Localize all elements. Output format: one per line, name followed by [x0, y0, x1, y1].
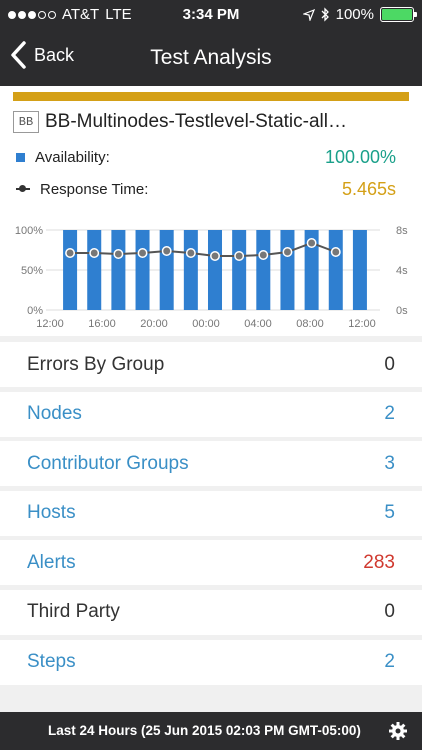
x-tick-label: 12:00	[348, 318, 376, 330]
availability-bar	[207, 230, 223, 310]
status-right: 100%	[302, 6, 417, 23]
response-time-point	[65, 248, 76, 258]
list-item: Third Party 0	[0, 589, 422, 635]
details-list: Errors By Group 0 Nodes 2 Contributor Groups…	[0, 342, 422, 689]
list-item[interactable]: Nodes 2	[0, 391, 422, 437]
response-time-point	[137, 248, 148, 258]
list-item-label: Hosts	[27, 502, 76, 524]
location-icon	[302, 8, 315, 21]
list-item-label: Third Party	[27, 601, 120, 623]
y-left-tick-label: 50%	[21, 265, 43, 277]
list-item-count: 0	[384, 601, 395, 623]
response-time-point	[330, 247, 341, 257]
availability-legend-icon	[16, 152, 25, 162]
response-legend-icon	[16, 185, 30, 192]
nav-bar: Back Test Analysis	[0, 30, 422, 86]
list-item[interactable]: Contributor Groups 3	[0, 441, 422, 487]
list-item-count: 3	[384, 452, 395, 474]
availability-bar	[328, 230, 343, 310]
test-summary-card: BB BB-Multinodes-Testlevel-Static-all… A…	[0, 86, 422, 336]
response-time-point	[113, 249, 124, 259]
battery-percent: 100%	[335, 6, 374, 23]
list-item-label: Steps	[27, 651, 76, 673]
y-right-tick-label: 4s	[396, 265, 408, 277]
response-time-metric: Response Time: 5.465s	[16, 178, 396, 200]
x-tick-label: 12:00	[36, 318, 64, 330]
list-item-label: Contributor Groups	[27, 452, 189, 474]
availability-bar	[256, 230, 271, 310]
list-item-count: 0	[384, 353, 395, 375]
availability-bar	[280, 230, 295, 310]
bluetooth-icon	[321, 7, 329, 22]
y-right-tick-label: 0s	[396, 305, 408, 317]
availability-bar	[159, 230, 174, 310]
response-time-line	[70, 241, 337, 257]
response-time-point	[210, 251, 220, 261]
list-item-count: 283	[363, 551, 395, 573]
gear-icon[interactable]	[388, 721, 408, 741]
list-item-count: 2	[384, 403, 395, 425]
availability-value: 100.00%	[324, 146, 396, 167]
list-item[interactable]: Alerts 283	[0, 540, 422, 586]
page-title: Test Analysis	[150, 46, 272, 69]
response-time-point	[185, 248, 196, 258]
list-item-label: Nodes	[27, 403, 82, 425]
availability-bar	[183, 230, 198, 310]
x-tick-label: 00:00	[192, 318, 220, 330]
footer-bar: Last 24 Hours (25 Jun 2015 02:03 PM GMT-…	[0, 712, 422, 750]
list-item-count: 2	[384, 651, 395, 673]
x-tick-label: 04:00	[244, 318, 272, 330]
list-item: Errors By Group 0	[0, 342, 422, 387]
availability-bar	[111, 230, 126, 310]
time-range[interactable]: Last 24 Hours (25 Jun 2015 02:03 PM GMT-…	[48, 723, 361, 738]
availability-metric: Availability: 100.00%	[16, 146, 396, 168]
availability-bar	[135, 230, 150, 310]
status-bar: AT&T LTE 3:34 PM 100%	[0, 0, 422, 30]
accent-bar	[13, 92, 409, 101]
response-value: 5.465s	[341, 178, 396, 199]
availability-bar	[87, 230, 102, 310]
response-time-point	[306, 238, 317, 248]
availability-label: Availability:	[35, 148, 110, 166]
response-label: Response Time:	[40, 180, 149, 198]
response-time-point	[234, 251, 245, 261]
list-item-count: 5	[384, 502, 395, 524]
response-time-point	[89, 248, 100, 258]
response-time-point	[161, 246, 172, 256]
test-title-row: BB BB-Multinodes-Testlevel-Static-all…	[13, 110, 409, 134]
availability-response-chart: 100% 8s 50% 4s 0% 0s 12:00 16:00 20:00 00:00 04:00…	[15, 225, 408, 330]
x-tick-label: 16:00	[88, 318, 116, 330]
availability-bar	[232, 230, 247, 310]
list-item-label: Alerts	[27, 551, 76, 573]
battery-icon	[380, 7, 417, 22]
test-type-icon: BB	[13, 111, 39, 133]
list-item[interactable]: Hosts 5	[0, 490, 422, 536]
availability-bar	[352, 230, 367, 310]
x-tick-label: 20:00	[140, 318, 168, 330]
list-item[interactable]: Steps 2	[0, 639, 422, 685]
response-time-point	[258, 250, 269, 260]
x-tick-label: 08:00	[296, 318, 324, 330]
y-right-tick-label: 8s	[396, 225, 408, 237]
test-name: BB-Multinodes-Testlevel-Static-all…	[45, 111, 347, 132]
y-left-tick-label: 0%	[27, 305, 43, 317]
y-left-tick-label: 100%	[15, 225, 43, 237]
response-time-point	[282, 247, 293, 257]
list-item-label: Errors By Group	[27, 353, 165, 375]
availability-bar	[63, 230, 78, 310]
